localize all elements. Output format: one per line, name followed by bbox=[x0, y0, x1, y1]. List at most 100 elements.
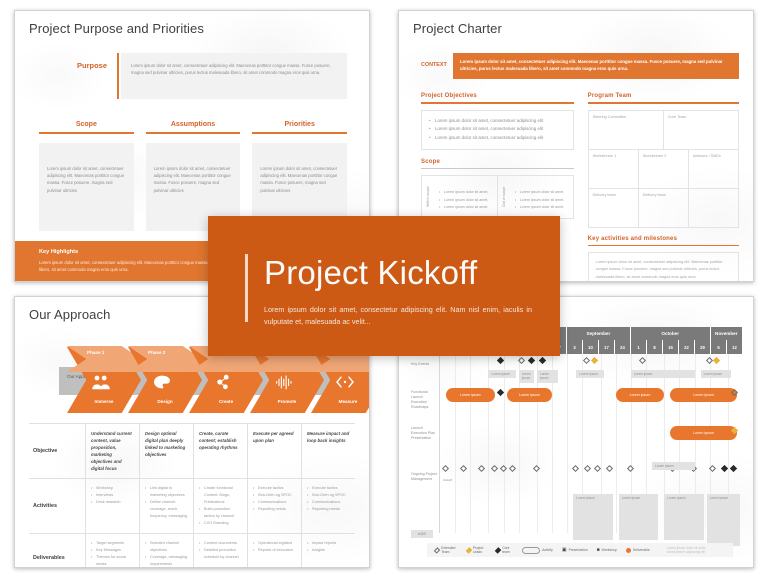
pm-marker[interactable] bbox=[460, 464, 468, 473]
gantt-callout: Lorem ipsum bbox=[488, 370, 516, 379]
diamond-outline-icon bbox=[433, 546, 441, 554]
milestone-marker[interactable] bbox=[705, 356, 713, 365]
legend-label: Extended Team bbox=[441, 546, 456, 554]
milestone-marker[interactable] bbox=[528, 356, 536, 365]
gantt-row-labels: Key Events Functional Launch Execution R… bbox=[409, 354, 439, 539]
milestone-marker[interactable] bbox=[582, 356, 590, 365]
column-scope-text: Lorem ipsum dolor sit amet, consectetuer… bbox=[47, 165, 125, 193]
activity-item: Workshop bbox=[91, 485, 134, 492]
activity-item: Execute tactics bbox=[307, 485, 350, 492]
legend-activity: Activity bbox=[522, 546, 553, 554]
gantt-week: 24 bbox=[615, 340, 631, 354]
pm-marker[interactable] bbox=[490, 464, 498, 473]
chevron-phase-label: Phase 1 bbox=[87, 350, 105, 355]
objective-cell: Design optimal digital plan deeply linke… bbox=[139, 424, 193, 479]
milestone-marker[interactable] bbox=[590, 356, 598, 365]
gantt-week: 17 bbox=[599, 340, 615, 354]
pm-marker[interactable] bbox=[499, 464, 507, 473]
pm-marker[interactable] bbox=[441, 464, 450, 473]
milestone-marker[interactable] bbox=[713, 356, 721, 365]
deliverables-cell: Operational logistics Reports of executi… bbox=[247, 534, 301, 567]
within-scope-label: Within scope bbox=[426, 186, 430, 208]
gantt-row-label-ongoing-pm: Ongoing Project Management bbox=[411, 472, 437, 481]
legend-label: Workshop bbox=[601, 548, 617, 552]
title-overlay-panel[interactable]: Project Kickoff Lorem ipsum dolor sit am… bbox=[208, 216, 560, 356]
legend-presentation: ▣ Presentation bbox=[562, 547, 588, 553]
pm-marker[interactable] bbox=[729, 464, 737, 473]
pm-marker[interactable] bbox=[532, 464, 540, 473]
activities-cell: Workshop Interviews Desk research bbox=[85, 479, 139, 534]
gantt-bar-label: Lorem ipsum bbox=[518, 393, 540, 397]
milestone-marker[interactable] bbox=[496, 356, 504, 365]
milestone-marker[interactable] bbox=[496, 388, 504, 397]
gantt-bar[interactable]: Lorem ipsum bbox=[446, 388, 495, 402]
out-scope-item: Lorem ipsum dolor sit amet, bbox=[515, 189, 564, 197]
within-scope-item: Lorem ipsum dolor sit amet, bbox=[439, 204, 488, 212]
gantt-grid: Lorem ipsum Lorem ipsum Lorem ipsum Lore… bbox=[439, 354, 743, 546]
column-rule bbox=[39, 132, 134, 134]
column-assumptions-heading: Assumptions bbox=[170, 121, 216, 128]
team-cell: Workstream 2 bbox=[637, 149, 688, 188]
gantt-kickoff-label: Kickoff bbox=[443, 478, 452, 482]
presentation-icon: ▣ bbox=[561, 547, 567, 553]
gantt-week: 22 bbox=[679, 340, 695, 354]
program-team-rule bbox=[587, 102, 739, 104]
milestone-marker[interactable] bbox=[638, 356, 647, 365]
gantt-bar-label: Lorem ipsum bbox=[693, 431, 714, 435]
overlay-title: Project Kickoff bbox=[264, 254, 478, 291]
table-row: Deliverables Target segments Key Message… bbox=[29, 533, 355, 567]
pm-marker[interactable] bbox=[593, 464, 601, 473]
context-text: Lorem ipsum dolor sit amet, consectetuer… bbox=[460, 59, 723, 72]
team-cell: Delivery team bbox=[592, 192, 616, 197]
key-activities-block: Key activities and milestones Lorem ipsu… bbox=[587, 236, 739, 281]
legend-project-leads: Project Leads bbox=[465, 546, 488, 554]
deliverable-item: Insights bbox=[307, 547, 350, 554]
pm-marker[interactable] bbox=[605, 464, 613, 473]
palette-icon bbox=[152, 374, 172, 390]
gantt-month-november: November bbox=[710, 327, 744, 340]
gantt-bar[interactable]: Lorem ipsum bbox=[670, 388, 737, 402]
overlay-subtitle: Lorem ipsum dolor sit amet, consectetur … bbox=[264, 305, 532, 326]
pm-marker[interactable] bbox=[584, 464, 592, 473]
objectives-panel: Lorem ipsum dolor sit amet, consectetuer… bbox=[421, 109, 574, 151]
activity-item: Communications bbox=[253, 499, 296, 506]
pm-marker[interactable] bbox=[626, 464, 634, 473]
pm-marker[interactable] bbox=[478, 464, 486, 473]
gantt-legend: Extended Team Project Leads Core team Ac… bbox=[427, 543, 733, 557]
activities-cell: Execute tactics Kick-Defn-ng SPOC Commun… bbox=[301, 479, 355, 534]
gantt-bar[interactable]: Lorem ipsum bbox=[506, 388, 553, 402]
pm-marker[interactable] bbox=[572, 464, 580, 473]
purpose-accent-bar bbox=[117, 53, 119, 99]
column-assumptions: Assumptions Lorem ipsum dolor sit amet, … bbox=[145, 121, 241, 231]
gantt-bar[interactable]: Lorem ipsum bbox=[615, 388, 665, 402]
column-priorities: Priorities Lorem ipsum dolor sit amet, c… bbox=[252, 121, 348, 231]
broadcast-icon bbox=[274, 374, 294, 390]
pm-marker[interactable] bbox=[508, 464, 516, 473]
team-cell: Delivery team bbox=[637, 188, 688, 227]
key-activities-text: Lorem ipsum dolor sit amet, consectetuer… bbox=[595, 260, 723, 279]
gantt-chart: September October November Project Phase… bbox=[409, 327, 744, 557]
chevron-measure[interactable]: Measure bbox=[311, 346, 369, 413]
key-activities-rule bbox=[587, 244, 739, 247]
activity-item: Kick-Defn-ng SPOC bbox=[253, 492, 296, 499]
gantt-bar[interactable]: Lorem ipsum bbox=[670, 426, 737, 440]
gantt-row-label-launch-plan: Launch Execution Plan Presentation bbox=[411, 426, 435, 440]
gantt-week: 10 bbox=[583, 340, 599, 354]
context-label: CONTEXT bbox=[421, 62, 447, 68]
out-scope-cell: Out of scope Lorem ipsum dolor sit amet,… bbox=[496, 176, 573, 219]
deliverable-item: Selected channel objectives bbox=[145, 540, 188, 554]
out-scope-item: Lorem ipsum dolor sit amet, bbox=[515, 204, 564, 212]
slide2-title: Project Charter bbox=[413, 21, 502, 36]
nodes-icon bbox=[213, 374, 233, 390]
activity-item: Create functional Content: Blogs, Public… bbox=[199, 485, 242, 506]
legend-extended-team: Extended Team bbox=[433, 546, 458, 554]
activity-item: Communications bbox=[307, 499, 350, 506]
table-row: Activities Workshop Interviews Desk rese… bbox=[29, 478, 355, 534]
program-team-grid: Steering Committee Core Team Workstream … bbox=[587, 109, 739, 228]
context-block: CONTEXT Lorem ipsum dolor sit amet, cons… bbox=[421, 53, 739, 79]
objective-cell: Create, curate content; establish operat… bbox=[193, 424, 247, 479]
milestone-marker[interactable] bbox=[538, 356, 547, 365]
legend-label: Project Leads bbox=[472, 546, 484, 554]
pm-marker[interactable] bbox=[720, 464, 728, 473]
purpose-block: Purpose Lorem ipsum dolor sit amet, cons… bbox=[55, 53, 347, 99]
